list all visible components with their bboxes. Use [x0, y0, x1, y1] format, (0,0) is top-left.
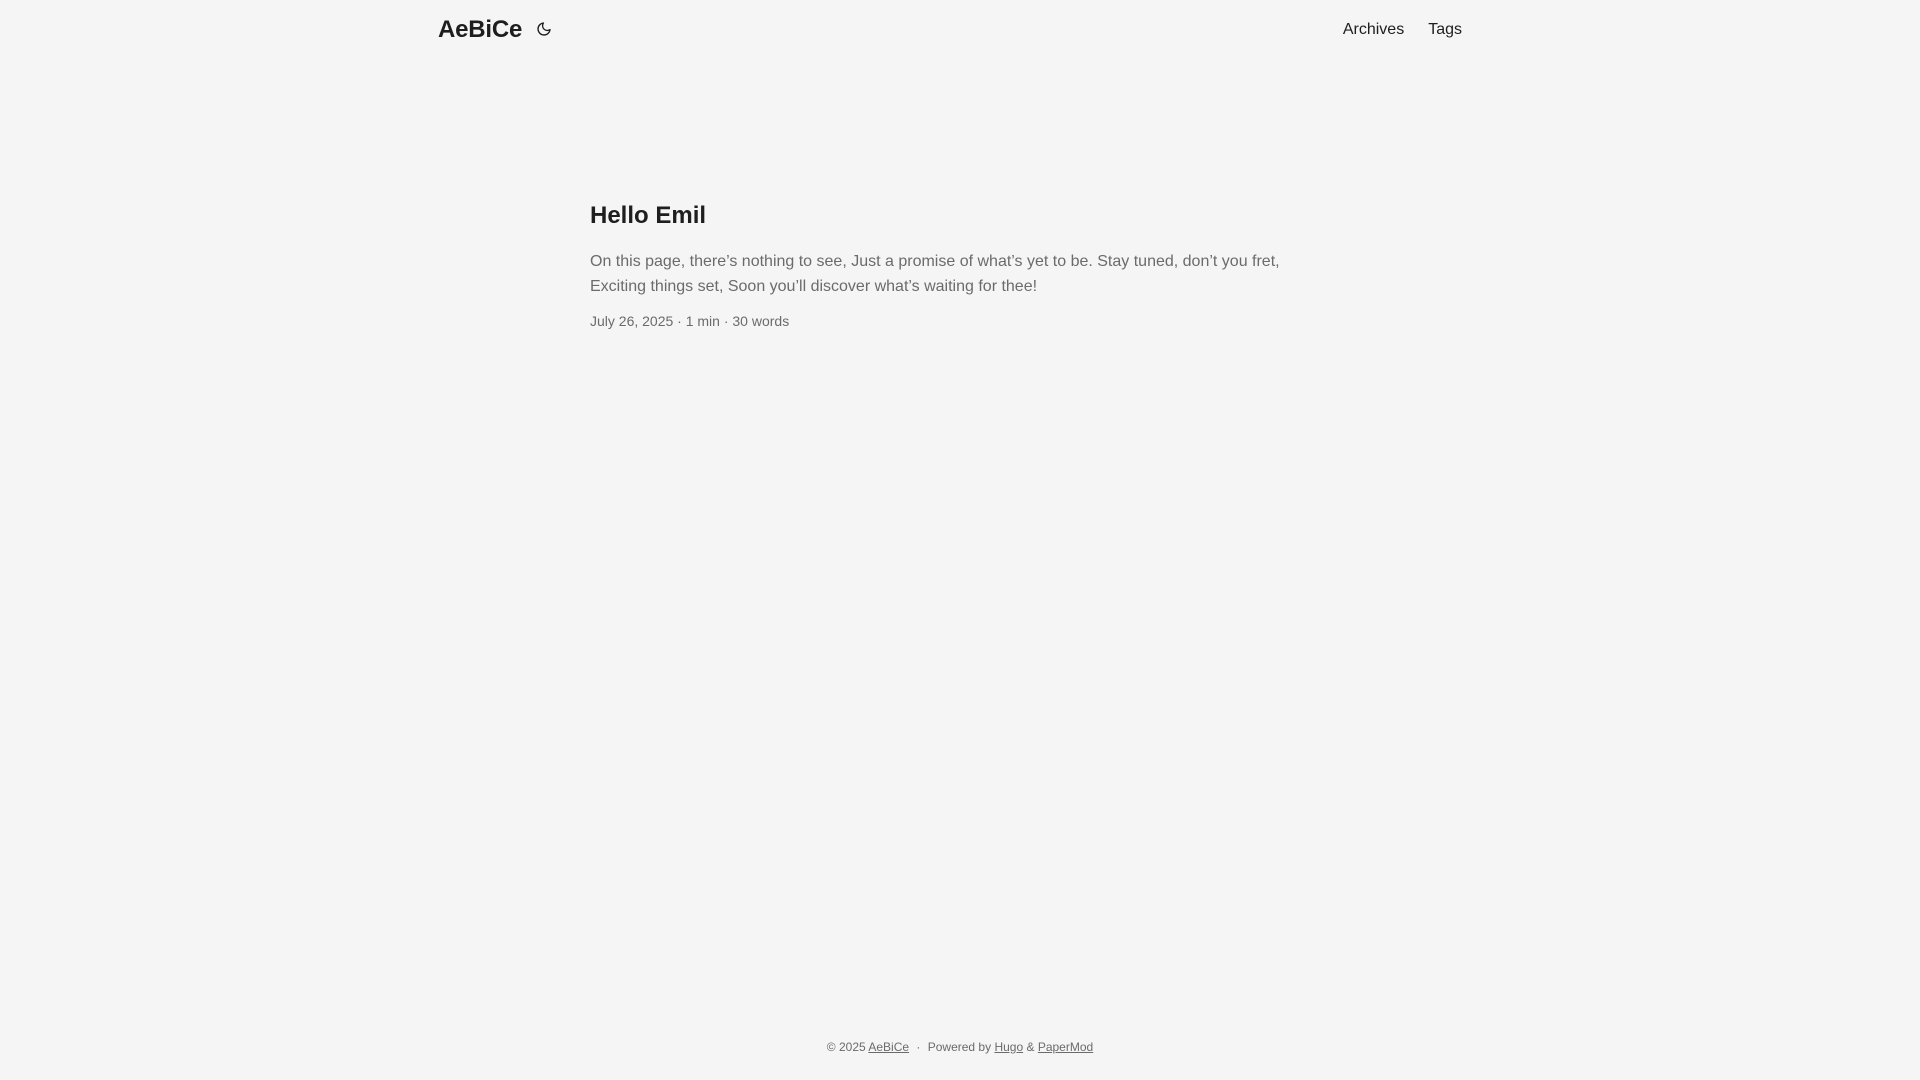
site-header: AeBiCe Archives Tags [438, 0, 1462, 60]
footer-powered-by: Powered by [927, 1040, 992, 1054]
footer-papermod-link[interactable]: PaperMod [1038, 1040, 1093, 1054]
post-title[interactable]: Hello Emil [590, 200, 1310, 231]
footer-ampersand: & [1026, 1040, 1035, 1054]
post-entry[interactable]: Hello Emil On this page, there’s nothing… [590, 200, 1310, 329]
brand: AeBiCe [438, 16, 554, 44]
nav-tags-link[interactable]: Tags [1428, 21, 1462, 39]
post-meta: July 26, 2025 · 1 min · 30 words [590, 313, 790, 330]
footer-separator: · [916, 1040, 921, 1054]
footer-site-link[interactable]: AeBiCe [868, 1040, 909, 1054]
moon-icon [536, 21, 552, 40]
site-footer: © 2025 AeBiCe · Powered by Hugo & PaperM… [0, 1040, 1920, 1054]
post-summary: On this page, there’s nothing to see, Ju… [590, 253, 1280, 296]
nav-archives-link[interactable]: Archives [1343, 21, 1404, 39]
main-nav: Archives Tags [1343, 21, 1462, 39]
page: AeBiCe Archives Tags Hello Emil On this … [0, 0, 1920, 1080]
site-logo-link[interactable]: AeBiCe [438, 16, 522, 44]
footer-copyright: © 2025 [826, 1040, 866, 1054]
theme-toggle-button[interactable] [534, 20, 554, 40]
footer-hugo-link[interactable]: Hugo [994, 1040, 1023, 1054]
